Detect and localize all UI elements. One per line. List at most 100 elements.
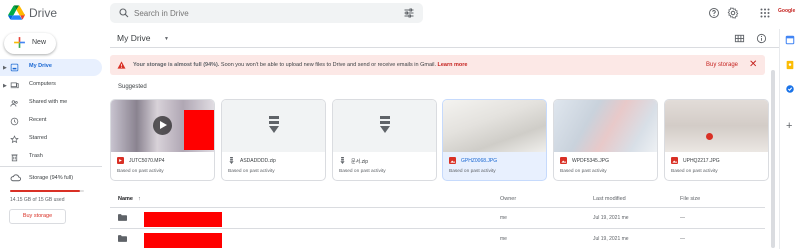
- sidebar-item-trash[interactable]: Trash: [0, 149, 102, 166]
- image-file-icon: [560, 157, 567, 164]
- sidebar-item-label: Starred: [29, 135, 48, 141]
- cloud-icon: [10, 174, 21, 182]
- help-icon[interactable]: [708, 7, 720, 19]
- storage-progress-bar: [10, 190, 84, 192]
- suggested-card[interactable]: WPDF5345.JPG Based on past activity: [553, 99, 658, 181]
- suggested-card[interactable]: ASDADDDD.zip Based on past activity: [221, 99, 326, 181]
- row-owner: me: [500, 215, 507, 221]
- column-header-size[interactable]: File size: [680, 196, 700, 202]
- expand-caret-icon[interactable]: ▶: [3, 65, 7, 71]
- image-thumbnail: [443, 100, 546, 152]
- sidebar-item-my-drive[interactable]: ▶ My Drive: [0, 59, 102, 76]
- column-header-name[interactable]: Name: [118, 196, 133, 202]
- column-header-modified[interactable]: Last modified: [593, 196, 626, 202]
- learn-more-link[interactable]: Learn more: [438, 62, 468, 68]
- storage-used-text: 14.15 GB of 15 GB used: [10, 197, 65, 203]
- redaction-block: [144, 233, 222, 248]
- sidebar-item-computers[interactable]: ▶ Computers: [0, 77, 102, 94]
- play-button-icon[interactable]: [153, 116, 172, 135]
- sidebar-nav: ▶ My Drive ▶ Computers Shared with me Re…: [0, 59, 102, 167]
- drive-icon: [10, 63, 19, 72]
- expand-caret-icon[interactable]: ▶: [3, 83, 7, 89]
- suggested-heading: Suggested: [118, 84, 147, 90]
- image-file-icon: [671, 157, 678, 164]
- info-icon[interactable]: [756, 33, 767, 44]
- activity-reason: Based on past activity: [449, 169, 496, 174]
- add-addon-plus-icon[interactable]: +: [786, 120, 792, 132]
- suggested-card[interactable]: UPHQ2217.JPG Based on past activity: [664, 99, 769, 181]
- storage-warning-banner: Your storage is almost full (94%). Soon …: [110, 55, 765, 75]
- search-options-icon[interactable]: [403, 7, 415, 19]
- drive-logo-icon[interactable]: [8, 5, 25, 20]
- zip-file-icon: [340, 157, 345, 164]
- sidebar-item-label: Computers: [29, 81, 56, 87]
- sort-arrow-icon[interactable]: ↑: [138, 196, 141, 202]
- new-button[interactable]: New: [4, 33, 56, 54]
- title-dropdown-icon[interactable]: ▼: [164, 36, 169, 42]
- activity-reason: Based on past activity: [228, 169, 275, 174]
- redaction-block: [184, 110, 214, 150]
- sidebar-item-label: Recent: [29, 117, 47, 123]
- activity-reason: Based on past activity: [339, 169, 386, 174]
- suggested-card[interactable]: 문서.zip Based on past activity: [332, 99, 437, 181]
- close-icon[interactable]: ✕: [749, 59, 757, 70]
- new-button-label: New: [32, 39, 47, 46]
- search-input[interactable]: [134, 6, 384, 20]
- file-name: WPDF5345.JPG: [572, 158, 609, 164]
- banner-text: Soon you won't be able to upload new fil…: [220, 62, 436, 68]
- side-panel: +: [779, 29, 800, 249]
- calendar-icon[interactable]: [785, 35, 795, 45]
- activity-reason: Based on past activity: [560, 169, 607, 174]
- redaction-block: [144, 212, 222, 227]
- activity-reason: Based on past activity: [117, 169, 164, 174]
- clock-icon: [10, 117, 19, 126]
- grid-view-icon[interactable]: [734, 33, 745, 44]
- file-thumbnail: [333, 100, 436, 152]
- table-row[interactable]: me Jul 19, 2021 me —: [110, 208, 765, 227]
- file-name: JUTC5070.MP4: [129, 158, 165, 164]
- zip-file-icon: [229, 157, 234, 164]
- apps-grid-icon[interactable]: [759, 7, 771, 19]
- folder-icon: [118, 235, 127, 242]
- file-thumbnail: [222, 100, 325, 152]
- banner-heading: Your storage is almost full (94%).: [133, 62, 220, 68]
- suggested-card[interactable]: GPHZ0068.JPG Based on past activity: [442, 99, 547, 181]
- account-avatar[interactable]: Google: [778, 8, 795, 14]
- video-thumbnail: [111, 100, 214, 152]
- suggested-card[interactable]: JUTC5070.MP4 Based on past activity: [110, 99, 215, 181]
- column-header-owner[interactable]: Owner: [500, 196, 516, 202]
- scrollbar[interactable]: [771, 70, 775, 248]
- header-divider: [110, 47, 780, 48]
- plus-icon: [14, 37, 25, 48]
- tasks-icon[interactable]: [785, 84, 795, 94]
- file-name: GPHZ0068.JPG: [461, 158, 498, 164]
- file-list-header: Name ↑ Owner Last modified File size: [110, 194, 765, 206]
- buy-storage-button[interactable]: Buy storage: [9, 209, 66, 224]
- search-box[interactable]: [110, 3, 423, 23]
- activity-reason: Based on past activity: [671, 169, 718, 174]
- file-name: UPHQ2217.JPG: [683, 158, 720, 164]
- video-file-icon: [117, 157, 124, 164]
- table-row[interactable]: me Jul 19, 2021 me —: [110, 229, 765, 248]
- computer-icon: [10, 82, 19, 89]
- trash-icon: [11, 154, 18, 162]
- file-name: 문서.zip: [351, 159, 368, 165]
- sidebar-item-shared-with-me[interactable]: Shared with me: [0, 95, 102, 112]
- sidebar-item-label: Shared with me: [29, 99, 68, 105]
- keep-icon[interactable]: [785, 60, 795, 70]
- sidebar-item-starred[interactable]: Starred: [0, 131, 102, 148]
- image-thumbnail: [554, 100, 657, 152]
- row-modified: Jul 19, 2021 me: [593, 236, 629, 242]
- file-name: ASDADDDD.zip: [240, 158, 276, 164]
- zip-archive-icon: [380, 116, 390, 133]
- banner-buy-storage-link[interactable]: Buy storage: [706, 62, 738, 68]
- heart-mark: [706, 133, 713, 140]
- sidebar-item-recent[interactable]: Recent: [0, 113, 102, 130]
- storage-label: Storage (94% full): [29, 175, 74, 181]
- settings-gear-icon[interactable]: [727, 7, 739, 19]
- star-icon: [10, 135, 19, 144]
- search-icon[interactable]: [118, 7, 130, 19]
- page-title[interactable]: My Drive: [117, 33, 151, 43]
- row-size: —: [680, 215, 685, 221]
- row-owner: me: [500, 236, 507, 242]
